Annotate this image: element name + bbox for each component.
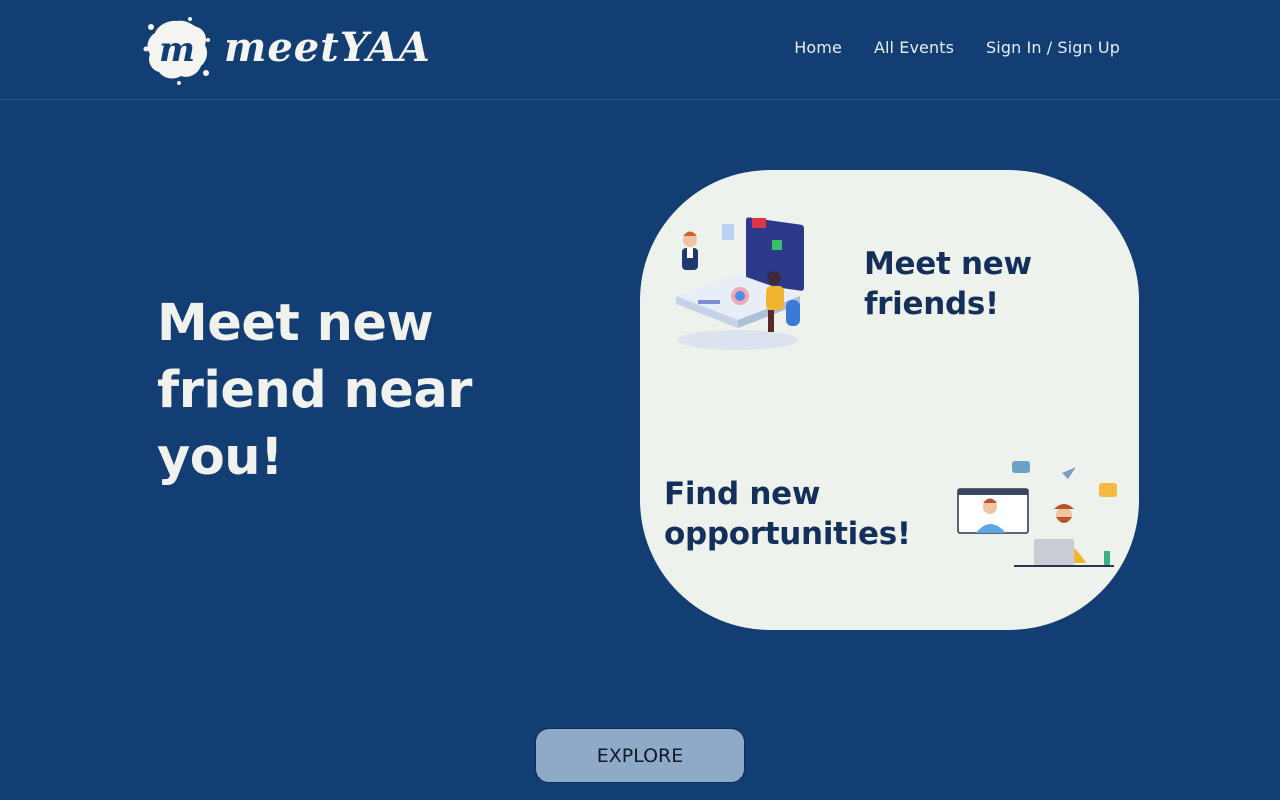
brand-name: meetYAA	[224, 23, 431, 71]
card-heading-meet-friends: Meet new friends!	[864, 246, 1032, 322]
feature-card: Meet new friends! Find new opportunities…	[640, 170, 1139, 630]
hero-title: Meet new friend near you!	[157, 294, 472, 487]
nav-home-link[interactable]: Home	[794, 38, 842, 57]
nav-links: Home All Events Sign In / Sign Up	[794, 38, 1120, 57]
logo-letter: m	[159, 30, 195, 70]
brand-logo[interactable]: m meetYAA	[142, 12, 430, 88]
top-navbar: m meetYAA Home All Events Sign In / Sign…	[0, 0, 1280, 100]
explore-button[interactable]: EXPLORE	[535, 728, 745, 783]
card-heading-opportunities: Find new opportunities!	[664, 476, 911, 552]
nav-all-events-link[interactable]: All Events	[874, 38, 954, 57]
splash-logo-icon: m	[142, 15, 212, 85]
video-call-illustration	[954, 455, 1124, 570]
nav-sign-in-link[interactable]: Sign In / Sign Up	[986, 38, 1120, 57]
team-meeting-illustration	[668, 200, 808, 360]
